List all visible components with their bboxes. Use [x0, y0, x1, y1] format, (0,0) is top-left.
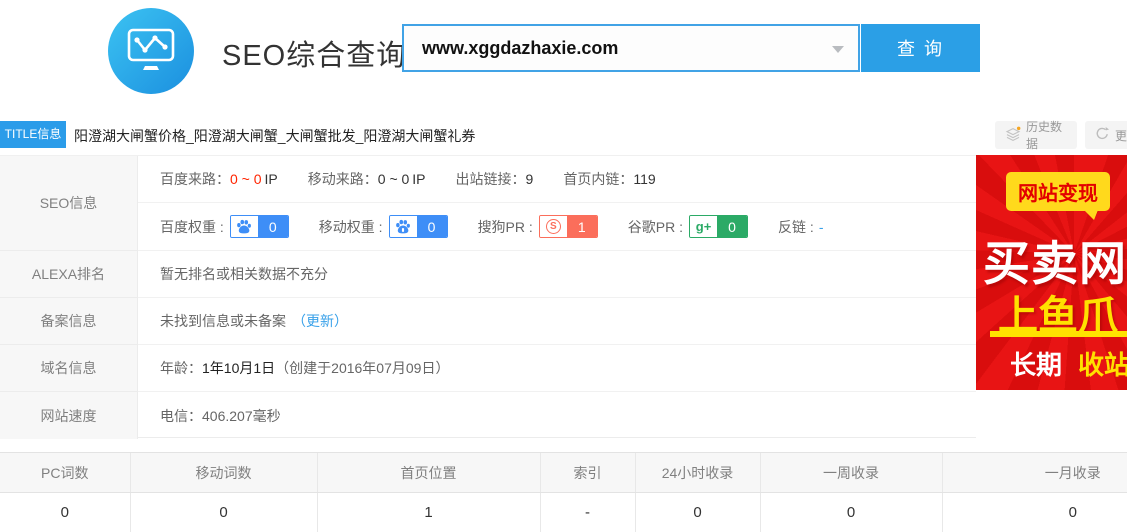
baidu-paw-icon [231, 216, 258, 237]
google-pr-value: 0 [717, 216, 747, 237]
sogou-pr-label: 搜狗PR : [478, 217, 533, 237]
domain-age-label: 年龄： [160, 358, 202, 378]
col-24h-collect: 24小时收录 [635, 453, 760, 493]
search-input[interactable] [404, 26, 858, 70]
google-plus-icon: g+ [690, 216, 717, 237]
ad-underline [990, 331, 1127, 337]
homepage-internal-links-value: 119 [633, 171, 655, 187]
icp-text: 未找到信息或未备案 [160, 311, 286, 331]
outbound-links-label: 出站链接： [456, 169, 526, 189]
icp-update-link[interactable]: （更新） [292, 311, 348, 331]
speed-text: 电信：406.207毫秒 [160, 406, 281, 426]
ad-bubble-text: 网站变现 [1006, 172, 1110, 211]
monitor-chart-icon [125, 25, 177, 78]
ad-footer-line: 长期收站 [1010, 345, 1127, 382]
refresh-label: 更 [1115, 127, 1127, 144]
google-pr-badge[interactable]: g+ 0 [689, 215, 748, 238]
mobile-traffic: 移动来路： 0 ~ 0 IP [308, 169, 426, 189]
page-title: SEO综合查询 [222, 32, 406, 74]
outbound-links: 出站链接： 9 [456, 169, 534, 189]
val-homepage-position: 1 [317, 493, 540, 532]
seo-weight-row: 百度权重 : 0 移动权重 : [138, 203, 976, 251]
ad-banner[interactable]: 网站变现 买卖网站 上鱼爪 长期收站 [976, 155, 1127, 390]
mobile-traffic-label: 移动来路： [308, 169, 378, 189]
baidu-traffic-value: 0 ~ 0 [230, 171, 262, 187]
layers-history-icon [1005, 126, 1021, 145]
mobile-traffic-unit: IP [412, 171, 425, 187]
col-week-collect: 一周收录 [760, 453, 942, 493]
history-data-label: 历史数据 [1026, 118, 1067, 152]
seo-traffic-row: 百度来路： 0 ~ 0 IP 移动来路： 0 ~ 0 IP 出站链接： 9 首页… [138, 156, 976, 203]
homepage-internal-links: 首页内链： 119 [563, 169, 655, 189]
col-index: 索引 [540, 453, 635, 493]
val-month-collect: 0 [942, 493, 1127, 532]
sidebar-item-icp: 备案信息 [0, 298, 138, 345]
alexa-text: 暂无排名或相关数据不充分 [160, 264, 328, 284]
baidu-mobile-paw-icon [390, 216, 417, 237]
title-info-badge: TITLE信息 [0, 121, 66, 148]
icp-row: 未找到信息或未备案 （更新） [138, 298, 976, 345]
chevron-down-icon[interactable] [832, 46, 844, 53]
site-title-text: 阳澄湖大闸蟹价格_阳澄湖大闸蟹_大闸蟹批发_阳澄湖大闸蟹礼券 [74, 126, 475, 146]
outbound-links-value: 9 [526, 171, 534, 187]
refresh-cache-button[interactable]: 更 [1085, 121, 1127, 149]
col-mobile-words: 移动词数 [130, 453, 317, 493]
alexa-row: 暂无排名或相关数据不充分 [138, 251, 976, 298]
ad-footer-white: 长期 [1010, 350, 1062, 380]
col-pc-words: PC词数 [0, 453, 130, 493]
search-box [402, 24, 860, 72]
domain-row: 年龄： 1年10月1日 （创建于2016年07月09日） [138, 345, 976, 392]
sidebar-item-speed: 网站速度 [0, 392, 138, 439]
sogou-pr: 搜狗PR : S 1 [478, 215, 598, 238]
speed-row: 电信：406.207毫秒 [138, 392, 976, 439]
baidu-traffic-label: 百度来路： [160, 169, 230, 189]
mobile-traffic-value: 0 ~ 0 [378, 171, 410, 187]
val-week-collect: 0 [760, 493, 942, 532]
domain-age-value: 1年10月1日 [202, 358, 275, 378]
backlinks: 反链 : - [778, 217, 823, 237]
keyword-stats-table: PC词数 移动词数 首页位置 索引 24小时收录 一周收录 一月收录 0 0 1… [0, 452, 1127, 532]
sogou-pr-value: 1 [567, 216, 597, 237]
mobile-weight-label: 移动权重 : [319, 217, 383, 237]
baidu-weight-label: 百度权重 : [160, 217, 224, 237]
ad-footer-yellow: 收站 [1078, 350, 1127, 380]
google-pr-label: 谷歌PR : [628, 217, 683, 237]
mobile-weight-value: 0 [417, 216, 447, 237]
baidu-traffic-unit: IP [265, 171, 278, 187]
val-index: - [540, 493, 635, 532]
refresh-icon [1095, 126, 1110, 144]
sogou-pr-badge[interactable]: S 1 [539, 215, 598, 238]
query-button[interactable]: 查 询 [861, 24, 980, 72]
baidu-traffic: 百度来路： 0 ~ 0 IP [160, 169, 278, 189]
val-pc-words: 0 [0, 493, 130, 532]
baidu-weight-value: 0 [258, 216, 288, 237]
table-value-row: 0 0 1 - 0 0 0 [0, 493, 1127, 532]
seo-overview-panel: SEO信息 ALEXA排名 备案信息 域名信息 网站速度 百度来路： 0 ~ 0… [0, 155, 976, 438]
sidebar-item-seo-info: SEO信息 [0, 156, 138, 251]
history-data-button[interactable]: 历史数据 [995, 121, 1077, 149]
baidu-weight: 百度权重 : 0 [160, 215, 289, 238]
sidebar-item-alexa: ALEXA排名 [0, 251, 138, 298]
mobile-weight: 移动权重 : 0 [319, 215, 448, 238]
val-mobile-words: 0 [130, 493, 317, 532]
table-header-row: PC词数 移动词数 首页位置 索引 24小时收录 一周收录 一月收录 [0, 453, 1127, 493]
mobile-weight-badge[interactable]: 0 [389, 215, 448, 238]
val-24h-collect: 0 [635, 493, 760, 532]
col-month-collect: 一月收录 [942, 453, 1127, 493]
sidebar-item-domain: 域名信息 [0, 345, 138, 392]
col-homepage-position: 首页位置 [317, 453, 540, 493]
sogou-icon: S [540, 216, 567, 237]
app-logo [108, 8, 194, 94]
backlinks-value[interactable]: - [819, 219, 824, 235]
domain-created-text: （创建于2016年07月09日） [275, 358, 449, 378]
google-pr: 谷歌PR : g+ 0 [628, 215, 748, 238]
homepage-internal-links-label: 首页内链： [563, 169, 633, 189]
baidu-weight-badge[interactable]: 0 [230, 215, 289, 238]
backlinks-label: 反链 : [778, 217, 814, 237]
